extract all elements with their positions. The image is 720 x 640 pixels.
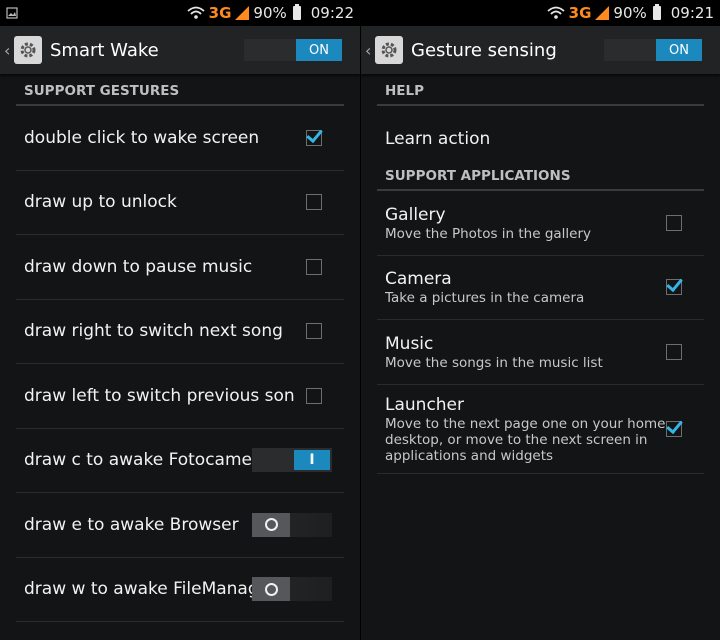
battery-percent: 90% xyxy=(613,4,647,22)
app-title: Music xyxy=(385,333,434,354)
gesture-item-8[interactable]: draw w to awake FileManag xyxy=(16,558,344,622)
toggle-thumb-on: I xyxy=(294,450,330,471)
battery-percent: 90% xyxy=(253,4,287,22)
app-title: Launcher xyxy=(385,394,465,415)
app-summary: Move the Photos in the gallery xyxy=(385,225,592,242)
back-caret-icon[interactable]: ‹ xyxy=(365,41,375,60)
back-caret-icon[interactable]: ‹ xyxy=(4,41,14,60)
toggle-thumb-off xyxy=(252,512,290,537)
image-notification-icon xyxy=(6,7,18,19)
action-bar: ‹ Gesture sensing ON xyxy=(361,26,720,74)
learn-action-item[interactable]: Learn action xyxy=(377,106,704,171)
wifi-icon xyxy=(187,6,205,19)
network-type: 3G xyxy=(208,4,232,22)
clock: 09:21 xyxy=(670,4,714,22)
battery-icon xyxy=(292,4,301,20)
gesture-item-4[interactable]: draw right to switch next song xyxy=(16,300,344,364)
learn-action-label: Learn action xyxy=(385,128,491,149)
gesture-item-1[interactable]: double click to wake screen xyxy=(16,106,344,171)
app-title: Camera xyxy=(385,269,452,290)
clock: 09:22 xyxy=(310,4,354,22)
section-header-support-gestures: SUPPORT GESTURES xyxy=(16,76,344,106)
gesture-sensing-master-switch[interactable]: ON xyxy=(604,39,702,61)
smart-wake-master-switch[interactable]: ON xyxy=(244,39,342,61)
switch-on-label: ON xyxy=(656,39,702,61)
gesture-item-2[interactable]: draw up to unlock xyxy=(16,171,344,235)
app-item-music[interactable]: Music Move the songs in the music list xyxy=(377,320,704,385)
gesture-item-5[interactable]: draw left to switch previous son xyxy=(16,364,344,429)
signal-icon xyxy=(595,6,610,20)
action-bar: ‹ Smart Wake ON xyxy=(0,26,360,74)
smart-wake-screen: 3G 90% 09:22 ‹ Smart Wake ON SUPPORT GES… xyxy=(0,0,360,640)
app-item-gallery[interactable]: Gallery Move the Photos in the gallery xyxy=(377,191,704,256)
status-bar: 3G 90% 09:22 xyxy=(0,0,360,26)
gesture-label: double click to wake screen xyxy=(24,127,260,148)
app-summary: Move the songs in the music list xyxy=(385,354,603,371)
toggle-off-ring-icon xyxy=(264,582,278,596)
gesture-list: double click to wake screen draw up to un… xyxy=(0,106,360,622)
page-title: Smart Wake xyxy=(50,39,159,61)
gesture-label: draw left to switch previous son xyxy=(24,385,295,406)
gesture-label: draw down to pause music xyxy=(24,256,253,277)
app-item-camera[interactable]: Camera Take a pictures in the camera xyxy=(377,256,704,320)
battery-icon xyxy=(652,4,661,20)
gesture-checkbox[interactable] xyxy=(306,258,322,275)
gesture-label: draw c to awake Fotocame xyxy=(24,450,252,471)
app-summary: Take a pictures in the camera xyxy=(385,290,585,307)
toggle-off-ring-icon xyxy=(264,518,278,532)
toggle-thumb-off xyxy=(252,577,290,602)
signal-icon xyxy=(235,6,250,20)
app-item-texts: Camera Take a pictures in the camera xyxy=(385,268,666,306)
gesture-item-3[interactable]: draw down to pause music xyxy=(16,235,344,300)
gesture-checkbox[interactable] xyxy=(306,387,322,404)
app-checkbox[interactable] xyxy=(666,279,682,296)
app-item-texts: Gallery Move the Photos in the gallery xyxy=(385,204,666,242)
section-header-support-applications: SUPPORT APPLICATIONS xyxy=(377,168,704,191)
gesture-label: draw e to awake Browser xyxy=(24,514,239,535)
gesture-checkbox[interactable] xyxy=(306,129,322,146)
gesture-label: draw up to unlock xyxy=(24,192,177,213)
gesture-checkbox[interactable] xyxy=(306,323,322,340)
app-checkbox[interactable] xyxy=(666,214,682,231)
app-summary: Move to the next page one on your home d… xyxy=(385,415,666,464)
settings-gear-icon[interactable] xyxy=(14,36,42,64)
app-item-launcher[interactable]: Launcher Move to the next page one on you… xyxy=(377,385,704,474)
application-list: Gallery Move the Photos in the gallery Cam… xyxy=(361,191,720,474)
gesture-item-7[interactable]: draw e to awake Browser xyxy=(16,493,344,558)
gesture-label: draw right to switch next song xyxy=(24,321,283,342)
switch-on-label: ON xyxy=(296,39,342,61)
gesture-sensing-screen: 3G 90% 09:21 ‹ Gesture sensing ON HELP L… xyxy=(360,0,720,640)
app-item-texts: Launcher Move to the next page one on you… xyxy=(385,394,666,464)
gesture-toggle[interactable]: I xyxy=(252,448,332,473)
settings-gear-icon[interactable] xyxy=(375,36,403,64)
gesture-item-6[interactable]: draw c to awake Fotocame I xyxy=(16,429,344,493)
status-bar: 3G 90% 09:21 xyxy=(361,0,720,26)
app-checkbox[interactable] xyxy=(666,343,682,360)
gesture-toggle[interactable] xyxy=(252,577,332,602)
page-title: Gesture sensing xyxy=(411,39,557,61)
gesture-checkbox[interactable] xyxy=(306,194,322,211)
app-title: Gallery xyxy=(385,204,446,225)
gesture-label: draw w to awake FileManag xyxy=(24,579,252,600)
section-header-help: HELP xyxy=(377,76,704,106)
app-checkbox[interactable] xyxy=(666,420,682,437)
app-item-texts: Music Move the songs in the music list xyxy=(385,333,666,371)
wifi-icon xyxy=(547,6,565,19)
network-type: 3G xyxy=(568,4,592,22)
gesture-toggle[interactable] xyxy=(252,512,332,537)
